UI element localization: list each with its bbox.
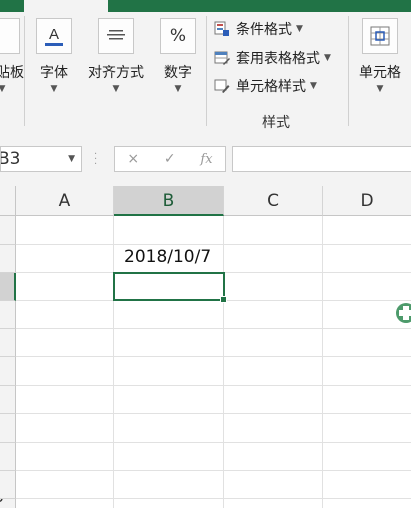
cell-style-label: 单元格样式 bbox=[236, 79, 306, 95]
number-label: 数字 bbox=[164, 65, 192, 81]
conditional-format-button[interactable]: 条件格式 ▼ bbox=[214, 18, 303, 40]
cell-style-button[interactable]: 单元格样式 ▼ bbox=[214, 75, 317, 97]
active-ribbon-tab[interactable] bbox=[24, 0, 108, 12]
grid-line bbox=[16, 442, 411, 443]
grid-line bbox=[16, 470, 411, 471]
grid-line bbox=[113, 216, 114, 508]
conditional-format-icon bbox=[214, 21, 230, 37]
grid-line bbox=[16, 413, 411, 414]
chevron-down-icon: ▼ bbox=[112, 84, 120, 94]
drag-handle-icon[interactable]: · · · bbox=[94, 150, 97, 170]
cells-button[interactable]: 单元格 ▼ bbox=[354, 18, 406, 98]
percent-symbol: % bbox=[169, 26, 187, 46]
font-color-icon: A bbox=[36, 18, 72, 54]
chevron-down-icon: ▼ bbox=[296, 24, 303, 34]
chevron-down-icon: ▼ bbox=[174, 84, 182, 94]
row-header[interactable]: 0 bbox=[0, 499, 16, 508]
ribbon: 粘贴板 ▼ A 字体 ▼ 对齐方式 ▼ % 数字 ▼ bbox=[0, 12, 411, 135]
grid-line bbox=[16, 356, 411, 357]
percent-icon: % bbox=[160, 18, 196, 54]
cell-style-icon bbox=[214, 78, 230, 94]
row-header[interactable] bbox=[0, 357, 16, 386]
font-label: 字体 bbox=[40, 65, 68, 81]
column-header-d[interactable]: D bbox=[323, 186, 411, 216]
paste-icon bbox=[0, 18, 20, 54]
chevron-down-icon: ▼ bbox=[324, 53, 331, 63]
chevron-down-icon: ▼ bbox=[0, 84, 6, 94]
column-header-a[interactable]: A bbox=[16, 186, 114, 216]
row-header[interactable] bbox=[0, 414, 16, 443]
insert-function-icon[interactable]: fx bbox=[200, 152, 212, 167]
grid-line bbox=[16, 328, 411, 329]
cancel-icon[interactable]: × bbox=[127, 151, 139, 167]
styles-group-label: 样式 bbox=[262, 115, 290, 131]
formula-buttons: × ✓ fx bbox=[114, 146, 226, 172]
cell-b2[interactable]: 2018/10/7 bbox=[124, 247, 211, 267]
grid-line bbox=[16, 244, 411, 245]
chevron-down-icon[interactable]: ▼ bbox=[68, 147, 75, 171]
grid-line bbox=[223, 216, 224, 508]
cells-icon bbox=[362, 18, 398, 54]
align-center-icon bbox=[98, 18, 134, 54]
title-bar bbox=[0, 0, 411, 12]
clipboard-button[interactable]: 粘贴板 ▼ bbox=[0, 18, 24, 98]
alignment-button[interactable]: 对齐方式 ▼ bbox=[84, 18, 148, 98]
row-header[interactable] bbox=[0, 443, 16, 471]
row-header-selected[interactable] bbox=[0, 273, 16, 301]
clipboard-label: 粘贴板 bbox=[0, 65, 24, 81]
cursor-icon bbox=[396, 303, 411, 323]
active-cell[interactable] bbox=[113, 272, 225, 301]
table-format-icon bbox=[214, 50, 230, 66]
chevron-down-icon: ▼ bbox=[310, 81, 317, 91]
alignment-label: 对齐方式 bbox=[88, 65, 144, 81]
name-box[interactable]: B3 ▼ bbox=[0, 146, 82, 172]
table-format-label: 套用表格格式 bbox=[236, 51, 320, 67]
grid-line bbox=[16, 498, 411, 499]
row-header[interactable] bbox=[0, 329, 16, 357]
svg-text:A: A bbox=[49, 26, 59, 43]
enter-icon[interactable]: ✓ bbox=[164, 151, 176, 167]
font-button[interactable]: A 字体 ▼ bbox=[32, 18, 76, 98]
grid-line bbox=[16, 385, 411, 386]
group-divider bbox=[348, 16, 349, 126]
row-header[interactable] bbox=[0, 245, 16, 273]
cells-label: 单元格 bbox=[359, 65, 401, 81]
spreadsheet-grid: A B C D 0 2018/10/7 bbox=[0, 186, 411, 508]
name-box-value: B3 bbox=[0, 149, 21, 169]
row-header[interactable] bbox=[0, 301, 16, 329]
column-header-b[interactable]: B bbox=[114, 186, 224, 216]
chevron-down-icon: ▼ bbox=[50, 84, 58, 94]
grid-line bbox=[322, 216, 323, 508]
fill-handle[interactable] bbox=[220, 296, 227, 303]
group-divider bbox=[24, 16, 25, 126]
row-header[interactable] bbox=[0, 216, 16, 245]
row-header[interactable] bbox=[0, 471, 16, 499]
select-all-corner[interactable] bbox=[0, 186, 16, 216]
formula-bar: B3 ▼ · · · × ✓ fx bbox=[0, 134, 411, 186]
formula-input[interactable] bbox=[232, 146, 411, 172]
group-divider bbox=[206, 16, 207, 126]
row-header[interactable] bbox=[0, 386, 16, 414]
column-header-c[interactable]: C bbox=[224, 186, 323, 216]
conditional-format-label: 条件格式 bbox=[236, 22, 292, 38]
chevron-down-icon: ▼ bbox=[376, 84, 384, 94]
number-button[interactable]: % 数字 ▼ bbox=[156, 18, 200, 98]
table-format-button[interactable]: 套用表格格式 ▼ bbox=[214, 47, 331, 69]
